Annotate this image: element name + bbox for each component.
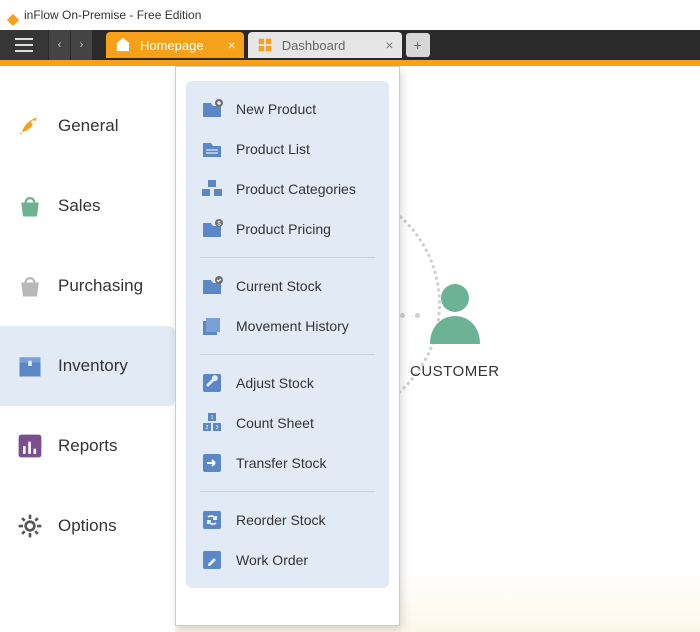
menu-label: New Product <box>236 101 316 117</box>
gear-icon <box>16 512 44 540</box>
menu-product-list[interactable]: Product List <box>190 129 385 169</box>
workflow-node-customer[interactable]: CUSTOMER <box>410 278 500 380</box>
sidebar-item-reports[interactable]: Reports <box>0 406 175 486</box>
tab-strip: ‹ › Homepage × Dashboard × + <box>0 30 700 60</box>
menu-new-product[interactable]: New Product <box>190 89 385 129</box>
sidebar: General Sales Purchasing Inventory Repor… <box>0 66 175 632</box>
menu-label: Product Categories <box>236 181 356 197</box>
menu-product-pricing[interactable]: $ Product Pricing <box>190 209 385 249</box>
svg-text:2: 2 <box>206 425 209 431</box>
svg-text:1: 1 <box>211 415 214 421</box>
tab-label: Dashboard <box>282 38 346 53</box>
sidebar-item-inventory[interactable]: Inventory <box>0 326 175 406</box>
folder-dollar-icon: $ <box>200 217 224 241</box>
divider <box>200 354 375 355</box>
sidebar-item-label: General <box>58 116 118 136</box>
refresh-icon <box>200 508 224 532</box>
sidebar-item-label: Purchasing <box>58 276 143 296</box>
sidebar-item-general[interactable]: General <box>0 86 175 166</box>
divider <box>200 257 375 258</box>
menu-label: Product List <box>236 141 310 157</box>
menu-movement-history[interactable]: Movement History <box>190 306 385 346</box>
folder-icon <box>200 137 224 161</box>
shopping-bag-icon <box>16 192 44 220</box>
sidebar-item-label: Reports <box>58 436 118 456</box>
nav-back-button[interactable]: ‹ <box>48 30 70 60</box>
arrow-right-icon <box>200 451 224 475</box>
tab-label: Homepage <box>140 38 204 53</box>
bar-chart-icon <box>16 432 44 460</box>
menu-reorder-stock[interactable]: Reorder Stock <box>190 500 385 540</box>
close-icon[interactable]: × <box>385 37 393 53</box>
menu-label: Reorder Stock <box>236 512 325 528</box>
menu-label: Current Stock <box>236 278 322 294</box>
node-label: CUSTOMER <box>410 363 500 380</box>
menu-transfer-stock[interactable]: Transfer Stock <box>190 443 385 483</box>
sidebar-item-purchasing[interactable]: Purchasing <box>0 246 175 326</box>
menu-label: Transfer Stock <box>236 455 327 471</box>
main-area: General Sales Purchasing Inventory Repor… <box>0 66 700 632</box>
menu-current-stock[interactable]: Current Stock <box>190 266 385 306</box>
wrench-icon <box>200 371 224 395</box>
folder-plus-icon <box>200 97 224 121</box>
menu-label: Work Order <box>236 552 308 568</box>
numbers-icon: 12 3 <box>200 411 224 435</box>
person-icon <box>422 278 488 348</box>
svg-text:3: 3 <box>216 425 219 431</box>
nav-forward-button[interactable]: › <box>70 30 92 60</box>
tab-homepage[interactable]: Homepage × <box>106 32 244 58</box>
sidebar-item-options[interactable]: Options <box>0 486 175 566</box>
folder-check-icon <box>200 274 224 298</box>
boxes-icon <box>200 177 224 201</box>
stack-icon <box>200 314 224 338</box>
menu-product-categories[interactable]: Product Categories <box>190 169 385 209</box>
hamburger-menu-button[interactable] <box>0 30 48 60</box>
menu-count-sheet[interactable]: 12 3 Count Sheet <box>190 403 385 443</box>
window-title: inFlow On-Premise - Free Edition <box>24 0 201 30</box>
app-icon <box>6 8 20 22</box>
menu-label: Movement History <box>236 318 349 334</box>
sidebar-item-label: Inventory <box>58 356 128 376</box>
sidebar-item-label: Sales <box>58 196 101 216</box>
shopping-bag-icon <box>16 272 44 300</box>
inventory-flyout: New Product Product List Product Categor… <box>175 66 400 626</box>
menu-label: Product Pricing <box>236 221 331 237</box>
menu-label: Adjust Stock <box>236 375 314 391</box>
menu-work-order[interactable]: Work Order <box>190 540 385 580</box>
dashboard-icon <box>256 36 274 54</box>
rocket-icon <box>16 112 44 140</box>
menu-label: Count Sheet <box>236 415 314 431</box>
close-icon[interactable]: × <box>228 37 236 53</box>
window-titlebar: inFlow On-Premise - Free Edition <box>0 0 700 30</box>
new-tab-button[interactable]: + <box>406 33 430 57</box>
home-icon <box>114 36 132 54</box>
sidebar-item-label: Options <box>58 516 117 536</box>
tab-dashboard[interactable]: Dashboard × <box>248 32 402 58</box>
pencil-icon <box>200 548 224 572</box>
menu-adjust-stock[interactable]: Adjust Stock <box>190 363 385 403</box>
divider <box>200 491 375 492</box>
box-icon <box>16 352 44 380</box>
sidebar-item-sales[interactable]: Sales <box>0 166 175 246</box>
